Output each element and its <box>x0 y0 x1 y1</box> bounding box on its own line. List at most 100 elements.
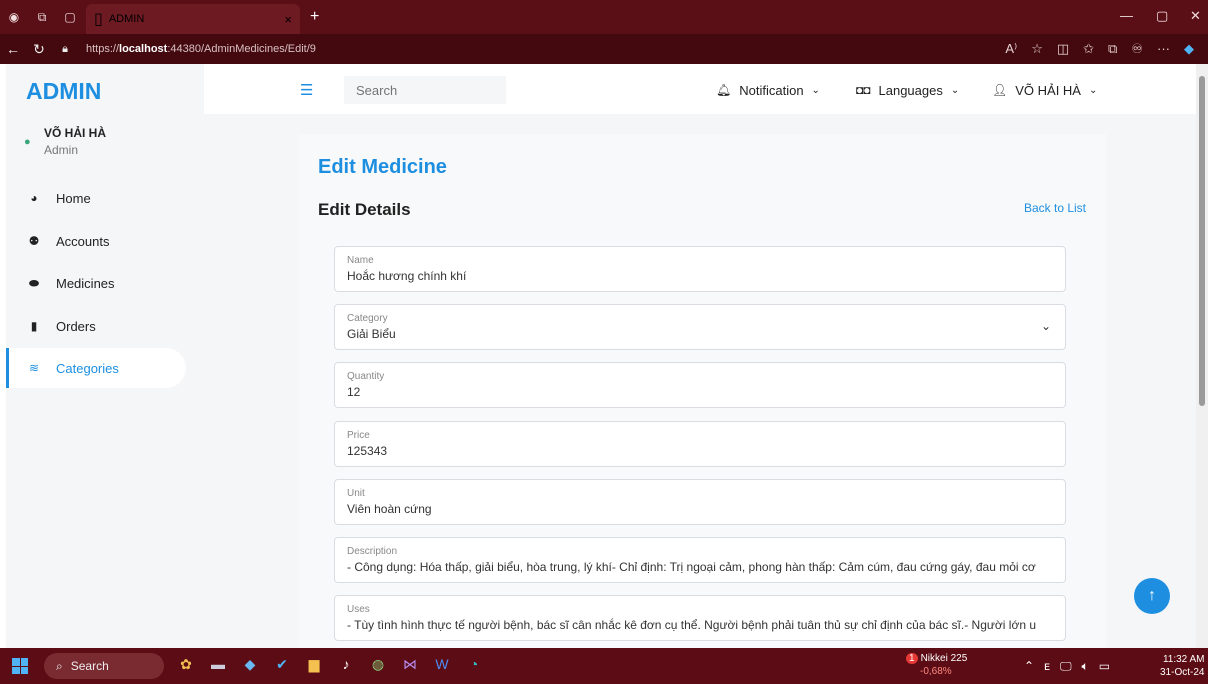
copilot-app-icon[interactable]: ◆ <box>240 656 260 673</box>
visual-studio-icon[interactable]: ⋈ <box>400 656 420 673</box>
field-label: Uses <box>347 604 370 615</box>
copilot-icon[interactable]: ◆ <box>1184 41 1194 57</box>
field-label: Price <box>347 430 370 441</box>
bell-icon: 🔔︎ <box>716 83 732 97</box>
search-input[interactable] <box>344 76 506 104</box>
users-icon: ⚉ <box>28 234 40 248</box>
sidebar-item-categories[interactable]: ≋ Categories <box>6 348 186 388</box>
chevron-down-icon: ⌄ <box>1040 319 1051 333</box>
task-view-icon[interactable]: ▬ <box>208 656 228 673</box>
refresh-icon[interactable]: ↻ <box>26 41 52 58</box>
network-icon[interactable]: 🖵︎ <box>1060 659 1072 674</box>
taskbar-apps: ✿ ▬ ◆ ✔ ▆ ♪ ◍ ⋈ W ◔ <box>176 656 484 673</box>
tab-close-icon[interactable]: × <box>284 12 292 27</box>
split-screen-icon[interactable]: ◫ <box>1057 41 1069 57</box>
sidebar-user-name: VÕ HẢI HÀ <box>44 126 107 140</box>
minimize-icon[interactable]: — <box>1120 8 1133 23</box>
user-dropdown[interactable]: 👤︎ VÕ HẢI HÀ ⌄ <box>992 76 1097 104</box>
restore-icon[interactable]: ▢ <box>1156 8 1168 24</box>
brand-logo[interactable]: ADMIN <box>26 78 101 105</box>
favorite-star-icon[interactable]: ☆ <box>1031 41 1043 57</box>
close-window-icon[interactable]: ✕ <box>1190 8 1201 24</box>
languages-dropdown[interactable]: ◘◘ Languages ⌄ <box>856 76 959 104</box>
scrollbar-thumb[interactable] <box>1199 76 1205 406</box>
sidebar-item-home[interactable]: ◕ Home <box>6 178 186 218</box>
section-title: Edit Details <box>318 200 411 219</box>
user-label: VÕ HẢI HÀ <box>1015 82 1081 98</box>
sidebar-item-label: Accounts <box>56 233 110 249</box>
field-value: 12 <box>347 385 361 399</box>
collections-icon[interactable]: ⧉ <box>1108 41 1117 57</box>
unit-field[interactable]: Unit Viên hoàn cứng <box>334 479 1066 525</box>
profile-icon[interactable]: ◉ <box>0 0 28 34</box>
field-value: - Công dụng: Hóa thấp, giải biểu, hòa tr… <box>347 560 1036 574</box>
url-field[interactable]: https://localhost:44380/AdminMedicines/E… <box>86 43 316 55</box>
taskbar-clock[interactable]: 11:32 AM 31-Oct-24 <box>1160 653 1204 679</box>
stock-change: -0,68% <box>920 666 952 677</box>
browser-toolbar: A⁾ ☆ ◫ ✩ ⧉ ♾ ··· ◆ <box>1005 41 1194 57</box>
search-icon: ⌕ <box>56 658 63 673</box>
edit-card: Edit Medicine Edit Details Back to List … <box>298 134 1106 648</box>
word-icon[interactable]: W <box>432 656 452 673</box>
clock-time: 11:32 AM <box>1162 654 1205 665</box>
page-icon: ▯ <box>94 11 103 28</box>
file-explorer-icon[interactable]: ▆ <box>304 656 324 673</box>
chevron-up-icon[interactable]: ⌃ <box>1024 659 1034 674</box>
main-panel: ☰ 🔔︎ Notification ⌄ ◘◘ Languages ⌄ 👤︎ VÕ… <box>204 64 1196 648</box>
sidebar-item-medicines[interactable]: ⬬ Medicines <box>6 263 186 303</box>
browser-tab[interactable]: ▯ ADMIN × <box>86 4 300 34</box>
notification-dropdown[interactable]: 🔔︎ Notification ⌄ <box>716 76 820 104</box>
favorites-icon[interactable]: ✩ <box>1083 41 1094 57</box>
address-bar: ← ↻ 🔒︎ https://localhost:44380/AdminMedi… <box>0 34 1208 64</box>
pills-icon: ⬬ <box>28 275 40 290</box>
stock-widget[interactable]: 1 Nikkei 225 -0,68% <box>906 652 967 678</box>
price-field[interactable]: Price 125343 <box>334 421 1066 467</box>
sidebar-item-accounts[interactable]: ⚉ Accounts <box>6 221 186 261</box>
description-field[interactable]: Description - Công dụng: Hóa thấp, giải … <box>334 537 1066 583</box>
workspaces-icon[interactable]: ⧉ <box>28 0 56 34</box>
sidebar-user-role: Admin <box>44 143 79 157</box>
edge-icon[interactable]: ◔ <box>464 656 484 673</box>
language-icon: ◘◘ <box>856 83 871 97</box>
page-scrollbar[interactable] <box>1196 64 1208 648</box>
arrow-up-icon: ↑ <box>1148 587 1156 604</box>
notification-label: Notification <box>739 82 804 98</box>
sidebar-item-orders[interactable]: ▮ Orders <box>6 306 186 346</box>
tab-title: ADMIN <box>108 13 145 25</box>
scroll-to-top-button[interactable]: ↑ <box>1134 578 1170 614</box>
stock-name: Nikkei 225 <box>920 653 968 664</box>
taskbar: ⌕ Search ✿ ▬ ◆ ✔ ▆ ♪ ◍ ⋈ W ◔ 1 Nikkei 225… <box>0 648 1208 684</box>
volume-icon[interactable]: 🔈︎ <box>1082 659 1089 674</box>
taskbar-search[interactable]: ⌕ Search <box>44 653 164 679</box>
field-label: Category <box>347 313 388 324</box>
battery-icon[interactable]: ▭ <box>1099 659 1110 674</box>
lock-icon: 🔒︎ <box>62 42 68 55</box>
chevron-down-icon: ⌄ <box>950 84 960 96</box>
sidebar-item-label: Orders <box>56 318 96 334</box>
chevron-down-icon: ⌄ <box>1088 84 1098 96</box>
name-field[interactable]: Name Hoắc hương chính khí <box>334 246 1066 292</box>
more-icon[interactable]: ··· <box>1157 41 1170 57</box>
new-tab-button[interactable]: + <box>310 8 319 26</box>
uses-field[interactable]: Uses - Tùy tình hình thực tế người bệnh,… <box>334 595 1066 641</box>
tab-actions-icon[interactable]: ▢ <box>56 0 84 34</box>
field-label: Unit <box>347 488 365 499</box>
content-area: Edit Medicine Edit Details Back to List … <box>204 114 1196 648</box>
field-label: Quantity <box>347 371 385 382</box>
menu-toggle-icon[interactable]: ☰ <box>300 81 313 99</box>
category-select[interactable]: Category Giải Biểu ⌄ <box>334 304 1066 350</box>
read-aloud-icon[interactable]: A⁾ <box>1005 41 1017 57</box>
page-title: Edit Medicine <box>318 156 447 178</box>
windows-start-icon[interactable] <box>12 658 28 674</box>
field-value: Viên hoàn cứng <box>347 502 432 516</box>
url-prefix: https:// <box>86 43 120 55</box>
back-arrow-icon[interactable]: ← <box>0 41 26 57</box>
quantity-field[interactable]: Quantity 12 <box>334 362 1066 408</box>
extensions-icon[interactable]: ♾ <box>1131 41 1143 57</box>
tiktok-icon[interactable]: ♪ <box>336 656 356 673</box>
ime-icon[interactable]: ᴇ <box>1044 659 1050 674</box>
back-to-list-link[interactable]: Back to List <box>1024 201 1086 215</box>
chrome-dev-icon[interactable]: ◍ <box>368 656 388 673</box>
widgets-icon[interactable]: ✿ <box>176 656 196 673</box>
todo-icon[interactable]: ✔ <box>272 656 292 673</box>
